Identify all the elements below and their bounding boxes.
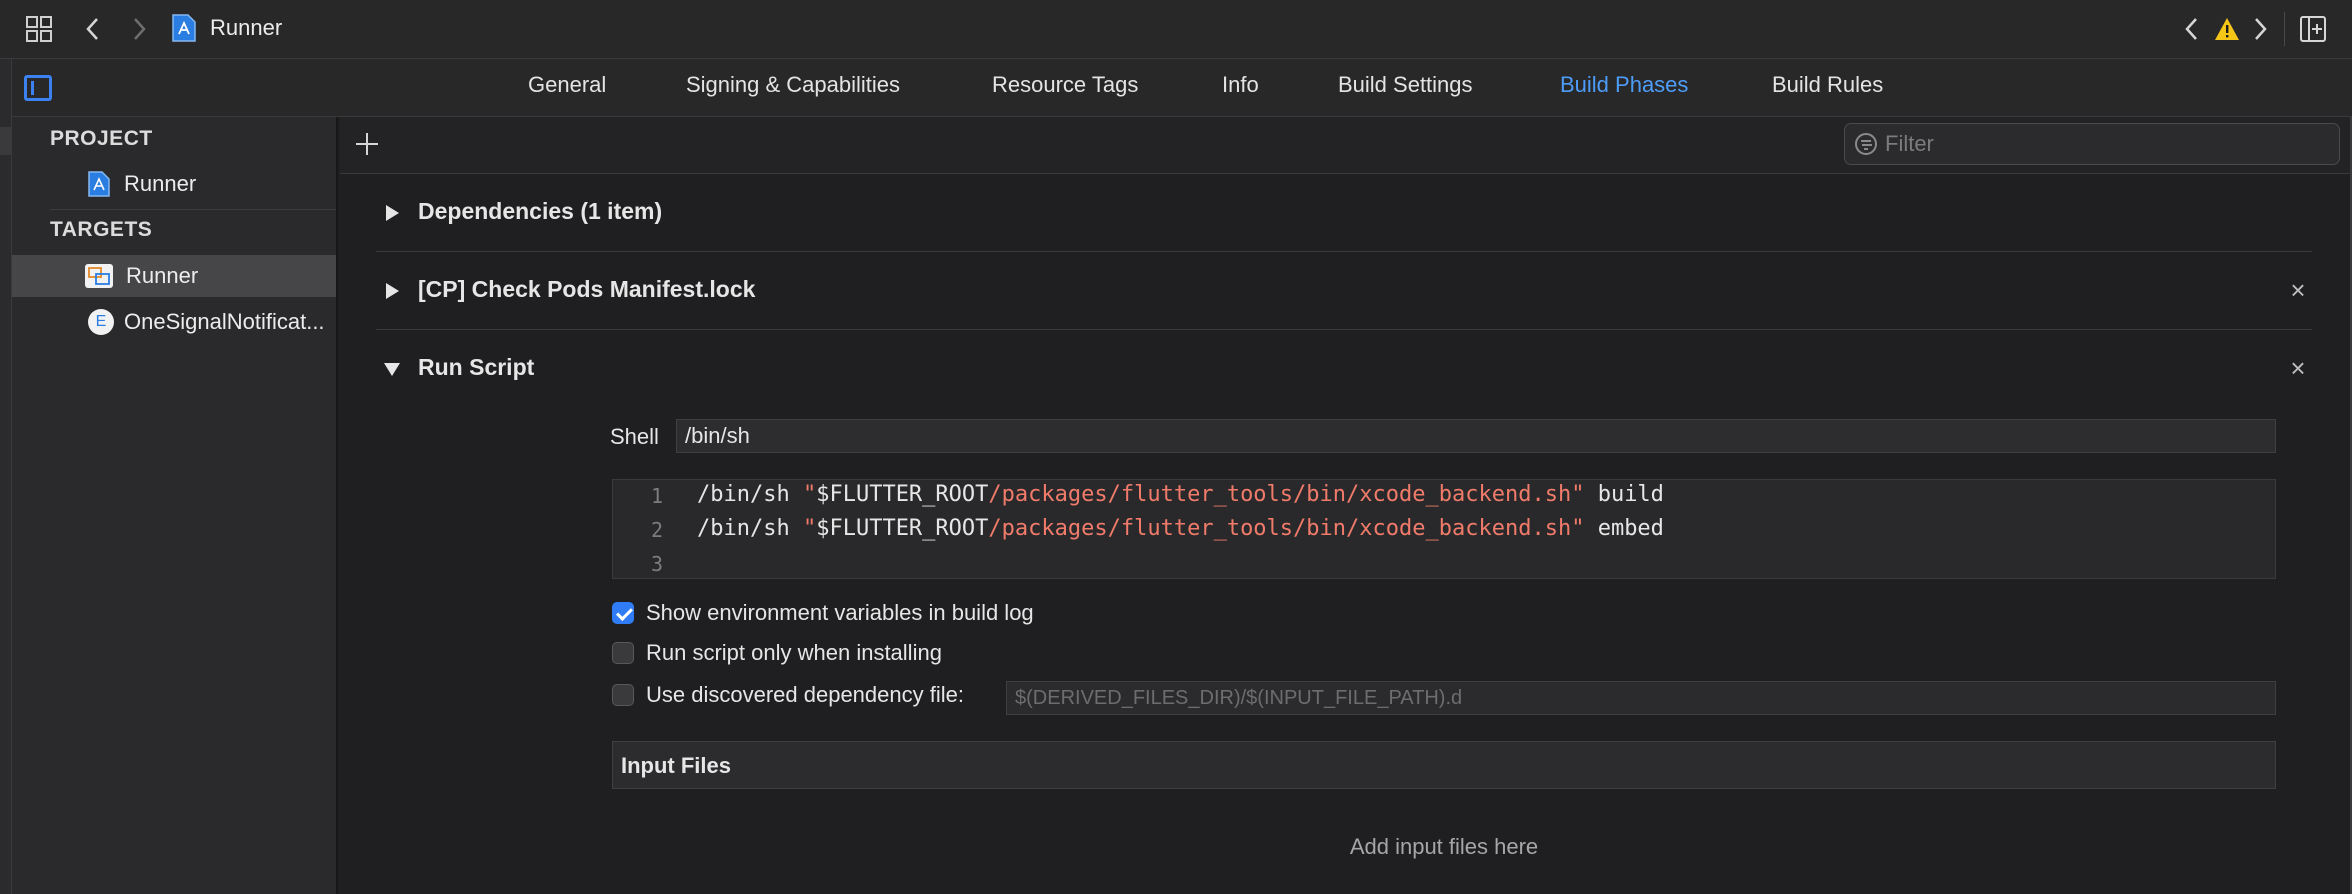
delete-phase-icon[interactable]: × bbox=[2284, 276, 2312, 304]
shell-field[interactable] bbox=[676, 419, 2276, 453]
sidebar-item-label: OneSignalNotificat... bbox=[124, 309, 325, 334]
project-section-header: PROJECT bbox=[50, 127, 153, 150]
extension-target-icon: E bbox=[88, 309, 114, 335]
code-text: /bin/sh "$FLUTTER_ROOT/packages/flutter_… bbox=[697, 516, 1664, 541]
build-phases-editor: Dependencies (1 item) [CP] Check Pods Ma… bbox=[340, 117, 2352, 894]
phase-run-script[interactable]: Run Script × bbox=[376, 330, 2312, 408]
option-label: Show environment variables in build log bbox=[646, 600, 1034, 625]
xcode-project-icon bbox=[88, 171, 110, 197]
sidebar-item-project-runner[interactable]: Runner bbox=[12, 163, 336, 205]
tab-build-phases[interactable]: Build Phases bbox=[1560, 72, 1688, 98]
forward-icon[interactable] bbox=[126, 14, 152, 44]
option-label: Run script only when installing bbox=[646, 640, 942, 665]
dependency-file-field[interactable] bbox=[1006, 681, 2276, 715]
code-line: 3 bbox=[613, 548, 2275, 582]
script-editor[interactable]: 1 /bin/sh "$FLUTTER_ROOT/packages/flutte… bbox=[612, 479, 2276, 579]
code-line: 2 /bin/sh "$FLUTTER_ROOT/packages/flutte… bbox=[613, 514, 2275, 548]
tab-info[interactable]: Info bbox=[1222, 72, 1259, 98]
input-files-label: Input Files bbox=[621, 753, 731, 778]
window-left-edge bbox=[0, 59, 12, 894]
line-number: 2 bbox=[650, 518, 663, 542]
sidebar-item-label: Runner bbox=[124, 171, 197, 196]
back-icon[interactable] bbox=[80, 14, 106, 44]
sidebar-item-target-runner[interactable]: Runner bbox=[12, 255, 336, 297]
tab-resource-tags[interactable]: Resource Tags bbox=[992, 72, 1138, 98]
filter-input[interactable] bbox=[1885, 124, 2325, 164]
xcode-project-icon bbox=[172, 14, 196, 42]
delete-phase-icon[interactable]: × bbox=[2284, 354, 2312, 382]
tab-signing-capabilities[interactable]: Signing & Capabilities bbox=[686, 72, 900, 98]
sidebar-item-label: Runner bbox=[126, 263, 199, 288]
window-toolbar: Runner bbox=[0, 0, 2352, 59]
option-dependency-file[interactable]: Use discovered dependency file: bbox=[612, 680, 964, 710]
phase-title: Dependencies (1 item) bbox=[418, 198, 663, 224]
next-issue-icon[interactable] bbox=[2248, 14, 2272, 44]
prev-issue-icon[interactable] bbox=[2180, 14, 2204, 44]
tab-build-settings[interactable]: Build Settings bbox=[1338, 72, 1473, 98]
option-show-env-vars[interactable]: Show environment variables in build log bbox=[612, 598, 1034, 628]
app-target-icon bbox=[84, 263, 114, 289]
line-number: 1 bbox=[650, 484, 663, 508]
disclosure-right-icon[interactable] bbox=[386, 283, 399, 299]
tab-general[interactable]: General bbox=[528, 72, 606, 98]
input-files-hint: Add input files here bbox=[1349, 834, 1539, 859]
toolbar-divider bbox=[2284, 12, 2285, 46]
checkbox-unchecked[interactable] bbox=[612, 642, 634, 664]
project-navigator: PROJECT Runner TARGETS Runner E OneSigna… bbox=[12, 117, 338, 894]
input-files-header: Input Files bbox=[612, 741, 2276, 789]
option-label: Use discovered dependency file: bbox=[646, 682, 964, 707]
disclosure-right-icon[interactable] bbox=[386, 205, 399, 221]
filter-icon bbox=[1855, 133, 1877, 155]
line-number: 3 bbox=[650, 552, 663, 576]
phase-title: Run Script bbox=[418, 354, 535, 380]
checkbox-unchecked[interactable] bbox=[612, 684, 634, 706]
targets-section-header: TARGETS bbox=[50, 218, 153, 241]
edge-handle[interactable] bbox=[0, 127, 12, 155]
code-text: /bin/sh "$FLUTTER_ROOT/packages/flutter_… bbox=[697, 482, 1664, 507]
phase-title: [CP] Check Pods Manifest.lock bbox=[418, 276, 756, 302]
shell-label: Shell bbox=[610, 424, 659, 449]
window-title: Runner bbox=[210, 15, 283, 40]
code-line: 1 /bin/sh "$FLUTTER_ROOT/packages/flutte… bbox=[613, 480, 2275, 514]
sidebar-toggle-icon[interactable] bbox=[24, 75, 52, 101]
sidebar-item-target-onesignal[interactable]: E OneSignalNotificat... bbox=[12, 301, 336, 343]
phase-check-pods-manifest[interactable]: [CP] Check Pods Manifest.lock × bbox=[376, 252, 2312, 330]
editor-tab-bar: General Signing & Capabilities Resource … bbox=[0, 59, 2352, 117]
disclosure-down-icon[interactable] bbox=[384, 363, 400, 376]
tab-build-rules[interactable]: Build Rules bbox=[1772, 72, 1883, 98]
checkbox-checked[interactable] bbox=[612, 602, 634, 624]
grid-icon[interactable] bbox=[24, 14, 54, 44]
add-editor-icon[interactable] bbox=[2298, 14, 2328, 44]
phase-dependencies[interactable]: Dependencies (1 item) bbox=[376, 174, 2312, 252]
filter-field[interactable] bbox=[1844, 123, 2340, 165]
phases-toolbar bbox=[340, 117, 2352, 174]
add-phase-icon[interactable] bbox=[352, 129, 382, 159]
warning-icon[interactable] bbox=[2212, 14, 2242, 44]
sidebar-divider bbox=[50, 209, 336, 210]
option-run-only-installing[interactable]: Run script only when installing bbox=[612, 638, 942, 668]
